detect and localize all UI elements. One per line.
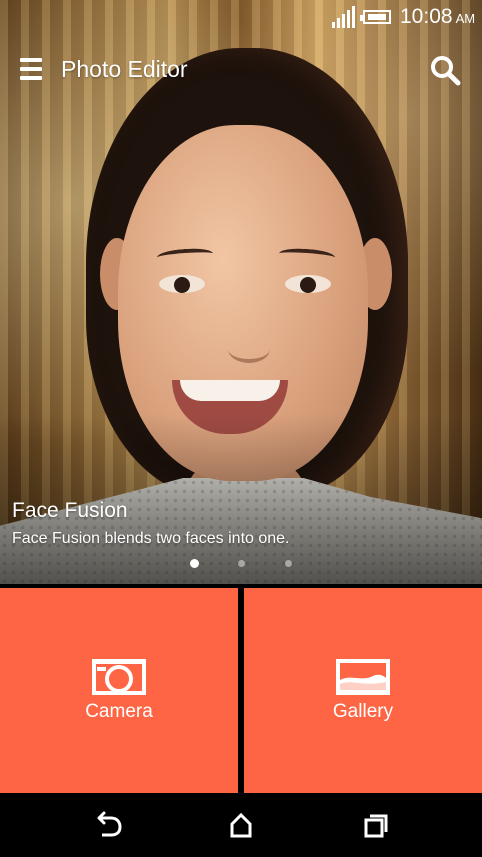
navigation-bar (0, 793, 482, 857)
carousel-dot-1[interactable] (190, 559, 199, 568)
action-bar: Photo Editor (0, 42, 482, 98)
carousel-dot-3[interactable] (285, 560, 292, 567)
feature-title: Face Fusion (12, 499, 128, 522)
signal-icon (332, 6, 356, 28)
feature-description: Face Fusion blends two faces into one. (12, 530, 290, 547)
carousel-indicator (0, 557, 482, 571)
battery-icon (360, 10, 391, 24)
status-time: 10:08 AM (400, 6, 475, 30)
camera-label: Camera (85, 701, 153, 722)
portrait-face (118, 125, 368, 481)
gallery-icon (335, 658, 391, 701)
portrait-teeth (180, 380, 280, 401)
status-time-ampm: AM (455, 11, 476, 26)
portrait-eye-left (159, 275, 205, 293)
camera-icon (91, 658, 147, 701)
photo-editor-screen: 10:08 AM Photo Editor Face Fusion Face Fu… (0, 0, 482, 857)
back-icon[interactable] (92, 810, 124, 840)
search-icon[interactable] (428, 54, 462, 88)
carousel-dot-2[interactable] (238, 560, 245, 567)
camera-button[interactable]: Camera (0, 588, 238, 793)
status-bar: 10:08 AM (0, 0, 482, 36)
portrait-nose (228, 335, 270, 363)
menu-icon[interactable] (20, 57, 42, 81)
app-title: Photo Editor (61, 56, 188, 82)
gallery-button[interactable]: Gallery (244, 588, 482, 793)
recents-icon[interactable] (358, 810, 390, 840)
gallery-label: Gallery (332, 701, 394, 722)
home-icon[interactable] (225, 810, 257, 840)
portrait-eye-right (285, 275, 331, 293)
portrait-smile (172, 380, 288, 434)
status-time-value: 10:08 (400, 5, 453, 28)
